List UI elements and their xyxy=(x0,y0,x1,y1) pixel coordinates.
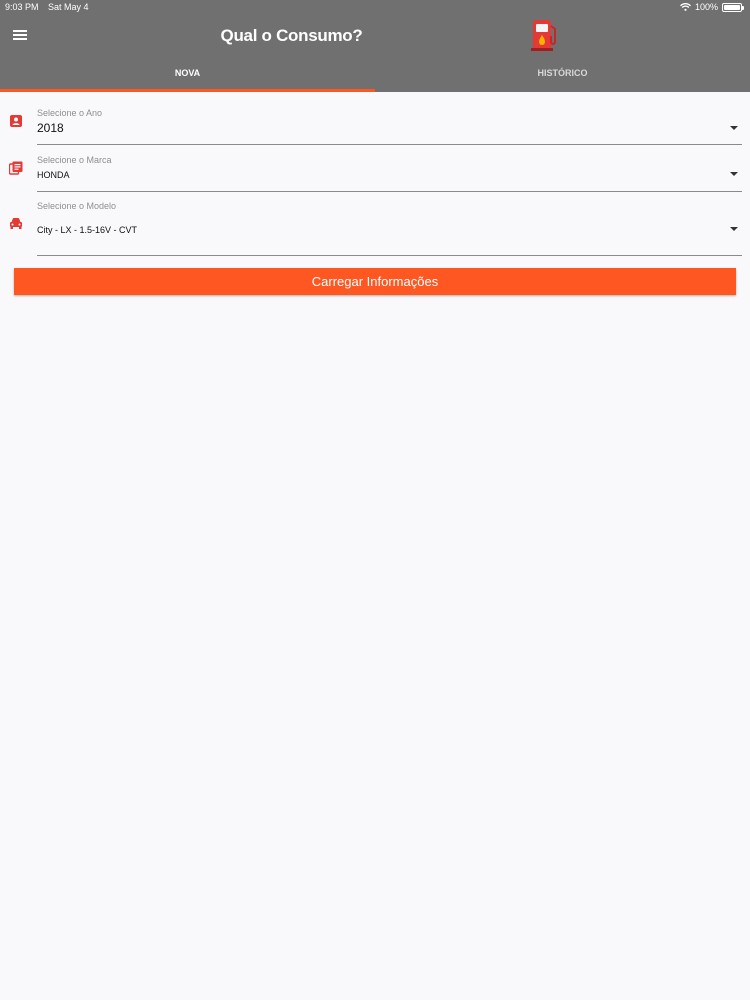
battery-percentage: 100% xyxy=(694,2,718,12)
brand-value: HONDA xyxy=(37,170,70,180)
model-value: City - LX - 1.5-16V - CVT xyxy=(37,225,138,235)
tab-historico[interactable]: HISTÓRICO xyxy=(375,58,750,92)
tab-bar: NOVA HISTÓRICO xyxy=(0,58,750,92)
chevron-down-icon xyxy=(730,227,738,231)
year-label: Selecione o Ano xyxy=(37,108,103,118)
battery-icon xyxy=(722,2,744,12)
wifi-icon xyxy=(680,3,691,11)
status-date: Sat May 4 xyxy=(48,2,89,12)
status-right: 100% xyxy=(680,2,744,12)
status-bar: 9:03 PM Sat May 4 100% xyxy=(0,0,750,14)
active-tab-indicator xyxy=(0,89,375,92)
model-underline xyxy=(37,255,742,256)
tab-nova[interactable]: NOVA xyxy=(0,58,375,92)
fuel-pump-icon xyxy=(531,20,556,51)
model-label: Selecione o Modelo xyxy=(37,201,117,211)
load-info-button[interactable]: Carregar Informações xyxy=(14,268,736,295)
brand-select[interactable]: Selecione o Marca HONDA xyxy=(0,150,750,194)
chevron-down-icon xyxy=(730,126,738,130)
year-select[interactable]: Selecione o Ano 2018 xyxy=(0,100,750,148)
brand-label: Selecione o Marca xyxy=(37,155,112,165)
status-time: 9:03 PM xyxy=(5,2,39,12)
model-select[interactable]: Selecione o Modelo City - LX - 1.5-16V -… xyxy=(0,196,750,258)
chevron-down-icon xyxy=(730,172,738,176)
brand-underline xyxy=(37,191,742,192)
page-title: Qual o Consumo? xyxy=(220,26,363,45)
year-value: 2018 xyxy=(37,121,64,135)
app-header: 9:03 PM Sat May 4 100% Qual o Consumo? N… xyxy=(0,0,750,92)
list-icon xyxy=(9,161,23,175)
car-icon xyxy=(10,218,22,229)
calendar-icon xyxy=(10,115,22,127)
year-underline xyxy=(37,144,742,145)
